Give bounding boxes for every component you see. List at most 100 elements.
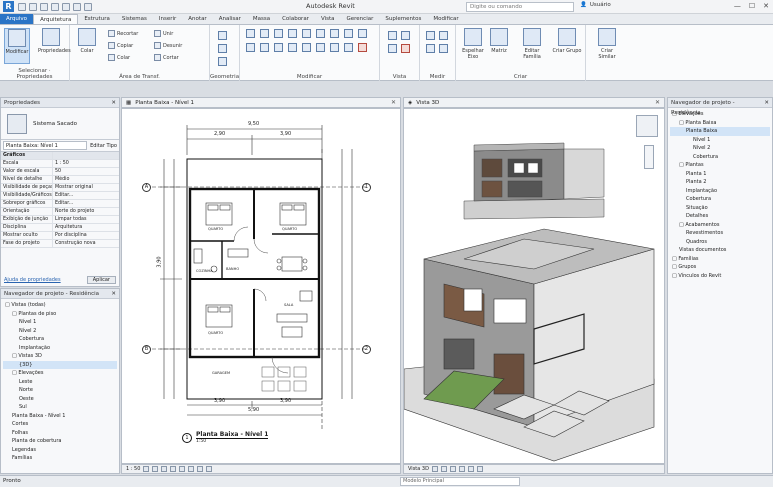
- tree-item[interactable]: Oeste: [3, 395, 117, 404]
- property-value[interactable]: 1 : 50: [53, 160, 119, 167]
- 3d-view-label[interactable]: Vista 3D: [408, 465, 429, 474]
- tree-item[interactable]: {3D}: [3, 360, 117, 369]
- property-value[interactable]: Construção nova: [53, 240, 119, 247]
- measure-element-icon[interactable]: [426, 44, 435, 53]
- tree-item[interactable]: Folhas: [3, 429, 117, 438]
- print-icon[interactable]: [62, 2, 70, 11]
- rotate-icon[interactable]: [274, 43, 283, 52]
- close-icon[interactable]: ✕: [111, 289, 116, 298]
- tab-4[interactable]: Inserir: [153, 14, 182, 24]
- tree-item[interactable]: □ Elevações: [3, 369, 117, 378]
- array-button[interactable]: Matriz: [486, 28, 512, 64]
- override-icon[interactable]: [401, 31, 410, 40]
- close-button[interactable]: ✕: [763, 2, 769, 10]
- show-crop-icon[interactable]: [188, 466, 195, 472]
- close-icon[interactable]: ✕: [111, 98, 116, 107]
- tab-12[interactable]: Modificar: [427, 14, 464, 24]
- navigation-bar[interactable]: [644, 145, 654, 169]
- visual-style-icon[interactable]: [152, 466, 159, 472]
- hide-isolate-icon[interactable]: [206, 466, 213, 472]
- 3d-view-canvas[interactable]: [403, 108, 665, 464]
- tree-item[interactable]: Sul: [3, 403, 117, 412]
- tree-item[interactable]: Cobertura: [670, 153, 770, 162]
- user-menu[interactable]: 👤 Usuário: [580, 2, 611, 8]
- join-geometry-icon[interactable]: [218, 31, 227, 40]
- tab-0[interactable]: Arquivo: [0, 14, 34, 24]
- array-icon[interactable]: [302, 43, 311, 52]
- tree-item[interactable]: □ Planta Baixa: [670, 119, 770, 128]
- sun-path-icon[interactable]: [449, 466, 456, 472]
- paint-icon[interactable]: [218, 57, 227, 66]
- tree-item[interactable]: Planta Baixa: [670, 127, 770, 136]
- tree-item[interactable]: Nível 1: [3, 318, 117, 327]
- property-value[interactable]: Arquitetura: [53, 224, 119, 231]
- join-button[interactable]: Unir: [154, 30, 173, 37]
- create-group-button[interactable]: Criar Grupo: [552, 28, 582, 64]
- tab-3d-view[interactable]: ◈ Vista 3D ✕: [403, 97, 665, 108]
- tab-11[interactable]: Suplementos: [379, 14, 427, 24]
- view-instance-select[interactable]: Planta Baixa: Nível 1: [3, 141, 88, 150]
- active-workset-field[interactable]: Modelo Principal: [400, 477, 520, 486]
- tree-item[interactable]: Detalhes: [670, 212, 770, 221]
- undo-icon[interactable]: [40, 2, 48, 11]
- tab-plan-view[interactable]: ▦ Planta Baixa - Nível 1 ✕: [121, 97, 401, 108]
- sun-path-icon[interactable]: [161, 466, 168, 472]
- tab-2[interactable]: Estrutura: [78, 14, 116, 24]
- tree-item[interactable]: Revestimentos: [670, 229, 770, 238]
- tree-item[interactable]: Cortes: [3, 420, 117, 429]
- scale-icon[interactable]: [316, 43, 325, 52]
- property-value[interactable]: 50: [53, 168, 119, 175]
- measure-distance-icon[interactable]: [426, 31, 435, 40]
- tree-item[interactable]: Quadros: [670, 238, 770, 247]
- redo-icon[interactable]: [51, 2, 59, 11]
- copy-element-icon[interactable]: [260, 43, 269, 52]
- tree-item[interactable]: □ Plantas: [670, 161, 770, 170]
- wall-joins-icon[interactable]: [218, 44, 227, 53]
- property-value[interactable]: Editar...: [53, 200, 119, 207]
- hide-icon[interactable]: [388, 31, 397, 40]
- copy-button[interactable]: Copiar: [108, 42, 133, 49]
- apply-button[interactable]: Aplicar: [86, 276, 116, 284]
- open-icon[interactable]: [18, 2, 26, 11]
- property-value[interactable]: Mostrar original: [53, 184, 119, 191]
- render-icon[interactable]: [467, 466, 474, 472]
- search-input[interactable]: Digite ou comando: [466, 2, 574, 12]
- tree-item[interactable]: Implantação: [3, 344, 117, 353]
- create-similar-button[interactable]: Criar Similar: [592, 28, 622, 64]
- mirror-axis-button[interactable]: Espelhar Eixo: [460, 28, 486, 64]
- tab-6[interactable]: Analisar: [213, 14, 247, 24]
- offset-icon[interactable]: [260, 29, 269, 38]
- tree-item[interactable]: Planta Baixa - Nível 1: [3, 412, 117, 421]
- close-icon[interactable]: ✕: [764, 98, 769, 107]
- tree-item[interactable]: Norte: [3, 386, 117, 395]
- tab-10[interactable]: Gerenciar: [341, 14, 380, 24]
- tree-item[interactable]: □ Vistas (todas): [3, 301, 117, 310]
- detail-level-icon[interactable]: [143, 466, 150, 472]
- unjoin-button[interactable]: Desunir: [154, 42, 182, 49]
- tree-item[interactable]: Nível 2: [670, 144, 770, 153]
- tab-1[interactable]: Arquitetura: [33, 14, 79, 24]
- tab-8[interactable]: Colaborar: [276, 14, 315, 24]
- tree-item[interactable]: □ Acabamentos: [670, 221, 770, 230]
- split-icon[interactable]: [302, 29, 311, 38]
- tab-9[interactable]: Vista: [315, 14, 341, 24]
- tree-item[interactable]: □ Grupos: [670, 263, 770, 272]
- tree-item[interactable]: Cobertura: [670, 195, 770, 204]
- save-icon[interactable]: [29, 2, 37, 11]
- spot-icon[interactable]: [439, 44, 448, 53]
- lock-icon[interactable]: [344, 43, 353, 52]
- trim-extend-icon[interactable]: [288, 43, 297, 52]
- mirror-draw-icon[interactable]: [288, 29, 297, 38]
- paste-button[interactable]: Colar: [74, 28, 100, 64]
- tree-item[interactable]: Legendas: [3, 446, 117, 455]
- move-icon[interactable]: [246, 43, 255, 52]
- property-value[interactable]: Médio: [53, 176, 119, 183]
- split-gap-icon[interactable]: [316, 29, 325, 38]
- tree-item[interactable]: Vistas documentos: [670, 246, 770, 255]
- text-icon[interactable]: [84, 2, 92, 11]
- property-value[interactable]: Por disciplina: [53, 232, 119, 239]
- close-icon[interactable]: ✕: [655, 98, 660, 108]
- tree-item[interactable]: □ Vínculos do Revit: [670, 272, 770, 281]
- tree-item[interactable]: □ Famílias: [670, 255, 770, 264]
- cut-geometry-button[interactable]: Cortar: [154, 54, 179, 61]
